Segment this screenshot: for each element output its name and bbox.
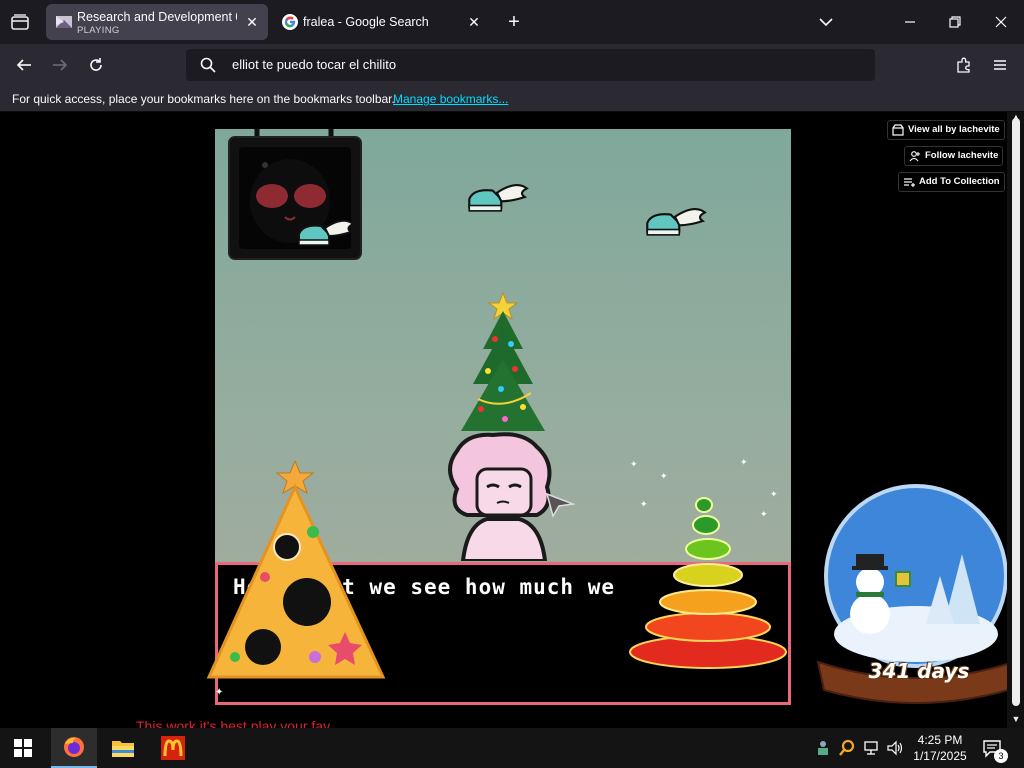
firefox-icon (64, 737, 84, 757)
tab-list-button[interactable] (8, 10, 32, 34)
game-favicon-icon (56, 16, 72, 28)
notification-center-button[interactable]: 3 (982, 738, 1008, 763)
notification-count-badge: 3 (994, 749, 1008, 763)
forward-arrow-icon (53, 59, 68, 71)
hamburger-menu-icon (994, 60, 1006, 70)
svg-text:✦: ✦ (660, 472, 668, 482)
bookmarks-message: For quick access, place your bookmarks h… (12, 92, 395, 106)
follow-label: Follow lachevite (925, 150, 999, 161)
user-tray-icon[interactable] (814, 739, 832, 757)
google-icon (282, 14, 298, 30)
minimize-button[interactable] (900, 12, 920, 32)
follow-button[interactable]: Follow lachevite (904, 146, 1004, 166)
close-icon (995, 16, 1007, 28)
bookmarks-toolbar: For quick access, place your bookmarks h… (0, 86, 1024, 112)
back-button[interactable] (12, 53, 36, 77)
close-tab-icon[interactable]: ✕ (466, 14, 482, 30)
back-arrow-icon (16, 59, 31, 71)
reload-icon (90, 58, 102, 71)
add-to-collection-button[interactable]: Add To Collection (898, 172, 1005, 192)
winged-shoe-icon (298, 219, 355, 246)
reload-button[interactable] (84, 53, 108, 77)
tab-bar: Research and Development 0.2 PLAYING ✕ f… (0, 0, 1024, 44)
svg-text:✦: ✦ (630, 460, 638, 470)
tab-title: fralea - Google Search (303, 15, 429, 29)
search-tray-icon[interactable] (838, 739, 856, 757)
new-tab-button[interactable]: + (503, 11, 525, 33)
add-to-collection-label: Add To Collection (919, 176, 1000, 187)
windows-logo-icon (14, 739, 32, 757)
address-bar[interactable]: elliot te puedo tocar el chilito (186, 49, 875, 81)
minimize-icon (905, 21, 915, 23)
winged-shoe-icon (646, 208, 707, 236)
view-all-button[interactable]: View all by lachevite (887, 120, 1005, 140)
puzzle-icon (957, 57, 970, 73)
forward-button[interactable] (48, 53, 72, 77)
playlist-add-icon (904, 178, 915, 187)
svg-text:✦: ✦ (740, 458, 748, 468)
screen: Research and Development 0.2 PLAYING ✕ f… (0, 0, 1024, 768)
mcdonalds-icon (161, 736, 185, 760)
scroll-down-arrow-icon[interactable]: ▼ (1011, 714, 1021, 724)
sparkle-tree-sticker: ✦✦✦ ✦✦✦ (629, 458, 787, 669)
list-all-tabs-button[interactable] (816, 12, 836, 32)
start-button[interactable] (0, 728, 46, 768)
scrollbar-thumb[interactable] (1012, 118, 1020, 706)
network-icon[interactable] (862, 739, 880, 757)
page-scrollbar[interactable]: ▲ ▼ (1007, 112, 1024, 728)
page-content: View all by lachevite Follow lachevite A… (0, 112, 1024, 728)
tab-title: Research and Development 0.2 (77, 10, 237, 24)
taskbar-clock[interactable]: 4:25 PM 1/17/2025 (912, 732, 968, 764)
extensions-button[interactable] (952, 53, 976, 77)
chevron-down-icon (819, 18, 833, 27)
volume-icon[interactable] (886, 739, 904, 757)
taskbar-mcdonalds[interactable] (150, 728, 196, 768)
taskbar-file-explorer[interactable] (100, 728, 146, 768)
close-tab-icon[interactable]: ✕ (244, 14, 260, 30)
manage-bookmarks-link[interactable]: Manage bookmarks... (393, 92, 508, 106)
tab-list-icon (11, 14, 29, 30)
address-text: elliot te puedo tocar el chilito (232, 57, 397, 72)
clock-date: 1/17/2025 (913, 749, 967, 763)
add-user-icon (909, 151, 920, 162)
page-description-text: This work it's best play your fav (136, 718, 331, 728)
restore-icon (949, 16, 961, 28)
triangle-tree-sticker: ✦ (206, 459, 386, 697)
navigation-bar: elliot te puedo tocar el chilito (0, 44, 1024, 86)
taskbar-firefox[interactable] (51, 728, 97, 768)
tab-google-search[interactable]: fralea - Google Search ✕ (272, 4, 490, 40)
globe-days-counter: 341 days (868, 659, 970, 683)
windows-taskbar: 4:25 PM 1/17/2025 3 (0, 728, 1024, 768)
winged-shoe-icon (468, 184, 529, 212)
svg-text:✦: ✦ (770, 490, 778, 500)
tab-research-and-development[interactable]: Research and Development 0.2 PLAYING ✕ (46, 4, 268, 40)
menu-button[interactable] (988, 53, 1012, 77)
store-icon (892, 124, 904, 136)
close-window-button[interactable] (991, 12, 1011, 32)
folder-icon (112, 741, 134, 757)
clock-time: 4:25 PM (917, 733, 963, 747)
svg-text:✦: ✦ (215, 687, 223, 697)
tab-playing-label: PLAYING (77, 25, 120, 36)
search-icon (200, 57, 216, 73)
view-all-label: View all by lachevite (908, 124, 1000, 135)
christmas-tree-sticker (461, 291, 545, 431)
mouse-cursor-icon (545, 492, 575, 518)
svg-text:✦: ✦ (760, 510, 768, 520)
restore-button[interactable] (945, 12, 965, 32)
svg-text:✦: ✦ (640, 500, 648, 510)
